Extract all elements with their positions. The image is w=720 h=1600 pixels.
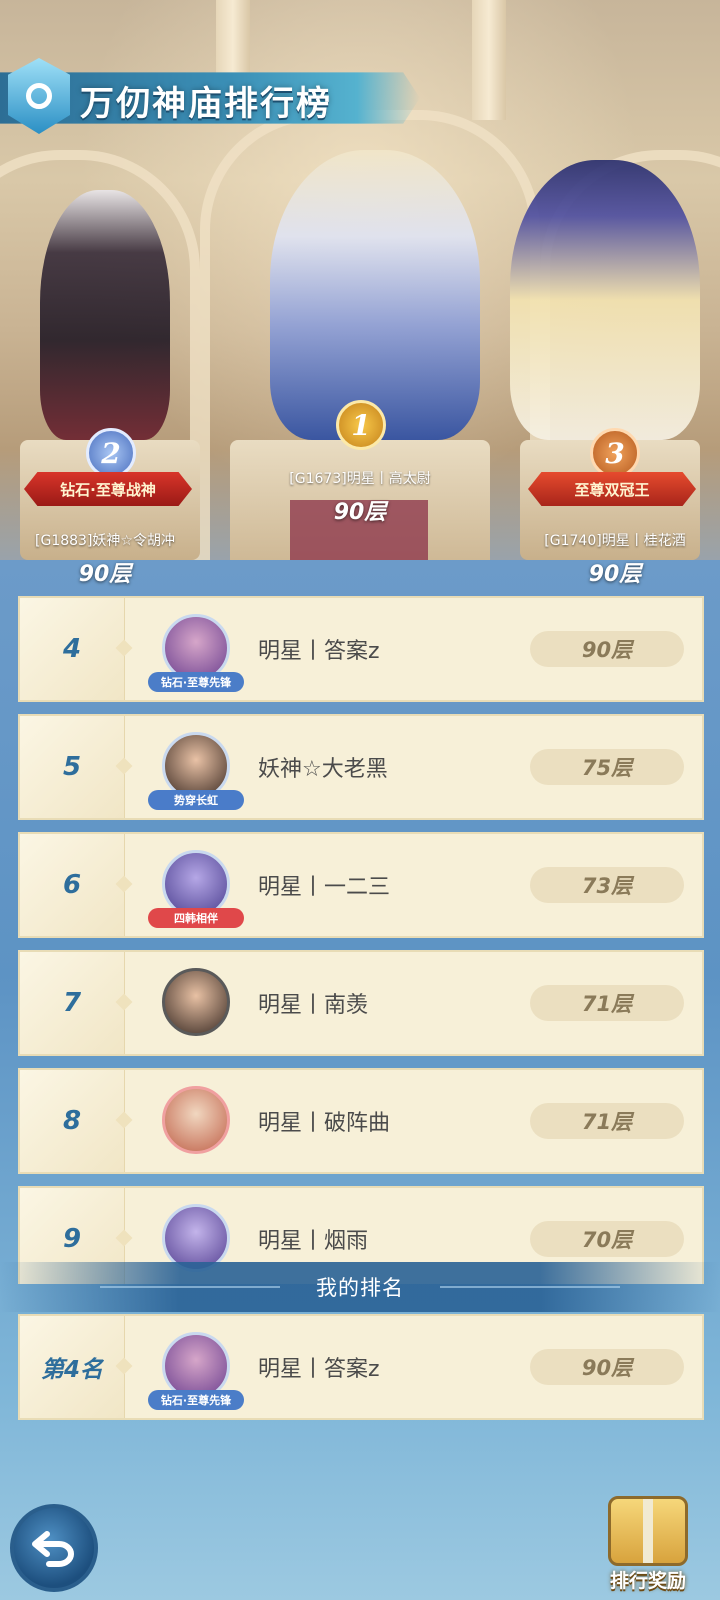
page-title: 万仞神庙排行榜 [80, 84, 332, 124]
player-name: 明星丨一二三 [258, 875, 391, 900]
rank-1-floor: 90层 [333, 500, 387, 525]
my-avatar[interactable]: 钻石·至尊先锋 [148, 1326, 244, 1410]
rank-number: 7 [62, 988, 82, 1018]
ranking-row[interactable]: 4 钻石·至尊先锋 明星丨答案z 90层 [18, 596, 704, 702]
rank-number: 4 [62, 634, 82, 664]
player-name: 妖神☆大老黑 [258, 757, 388, 782]
my-ranking-row[interactable]: 第4名 钻石·至尊先锋 明星丨答案z 90层 [18, 1314, 704, 1420]
back-button[interactable] [10, 1504, 98, 1592]
rank-1-player-name[interactable]: [G1673]明星丨高太尉 [230, 468, 490, 488]
temple-pillar [472, 0, 506, 120]
player-avatar[interactable]: 势穿长虹 [148, 726, 244, 810]
player-avatar[interactable]: 四韩相伴 [148, 844, 244, 928]
rank-3-badge: 3 [590, 428, 640, 478]
avatar-frame-label: 钻石·至尊先锋 [148, 672, 244, 692]
ranking-row[interactable]: 7 明星丨南羡 71层 [18, 950, 704, 1056]
rank-2-player-name[interactable]: [G1883]妖神☆令胡冲 [0, 530, 210, 550]
player-avatar[interactable]: 钻石·至尊先锋 [148, 608, 244, 692]
ranking-list[interactable]: 4 钻石·至尊先锋 明星丨答案z 90层 5 势穿长虹 妖神☆大老黑 75层 6… [18, 596, 704, 1284]
avatar-frame-label: 势穿长虹 [148, 790, 244, 810]
ranking-row[interactable]: 6 四韩相伴 明星丨一二三 73层 [18, 832, 704, 938]
rank-1-badge: 1 [336, 400, 386, 450]
rank-3-floor: 90层 [588, 562, 642, 587]
rank-2-badge: 2 [86, 428, 136, 478]
gift-box-icon [608, 1496, 688, 1566]
floor-value: 75层 [530, 749, 684, 785]
ranking-row[interactable]: 8 明星丨破阵曲 71层 [18, 1068, 704, 1174]
player-avatar[interactable] [154, 1080, 238, 1164]
avatar-frame-label: 四韩相伴 [148, 908, 244, 928]
rank-3-player-name[interactable]: [G1740]明星丨桂花酒 [510, 530, 720, 550]
rank-1-character [270, 150, 480, 440]
player-name: 明星丨南羡 [258, 993, 369, 1018]
my-player-name: 明星丨答案z [258, 1357, 380, 1382]
floor-value: 73层 [530, 867, 684, 903]
floor-value: 90层 [530, 631, 684, 667]
rank-2-floor: 90层 [78, 562, 132, 587]
my-ranking-title: 我的排名 [316, 1276, 404, 1300]
ranking-reward-label: 排行奖励 [609, 1570, 686, 1592]
rank-number: 5 [62, 752, 82, 782]
my-ranking-header: 我的排名 [0, 1262, 720, 1312]
rank-3-title-badge: 至尊双冠王 [528, 472, 696, 506]
rank-number: 8 [62, 1106, 82, 1136]
rank-2-title-badge: 钻石·至尊战神 [24, 472, 192, 506]
rank-number: 6 [62, 870, 82, 900]
floor-value: 71层 [530, 1103, 684, 1139]
player-avatar[interactable] [154, 962, 238, 1046]
rank-3-character [510, 160, 700, 440]
my-rank-number: 第4名 [40, 1357, 103, 1383]
player-name: 明星丨答案z [258, 639, 380, 664]
player-name: 明星丨破阵曲 [258, 1111, 391, 1136]
floor-value: 70层 [530, 1221, 684, 1257]
ranking-reward-button[interactable]: 排行奖励 [598, 1496, 710, 1600]
floor-value: 71层 [530, 985, 684, 1021]
back-arrow-icon [32, 1531, 74, 1567]
rank-2-character [40, 190, 170, 440]
ranking-row[interactable]: 5 势穿长虹 妖神☆大老黑 75层 [18, 714, 704, 820]
my-floor-value: 90层 [530, 1349, 684, 1385]
avatar-frame-label: 钻石·至尊先锋 [148, 1390, 244, 1410]
